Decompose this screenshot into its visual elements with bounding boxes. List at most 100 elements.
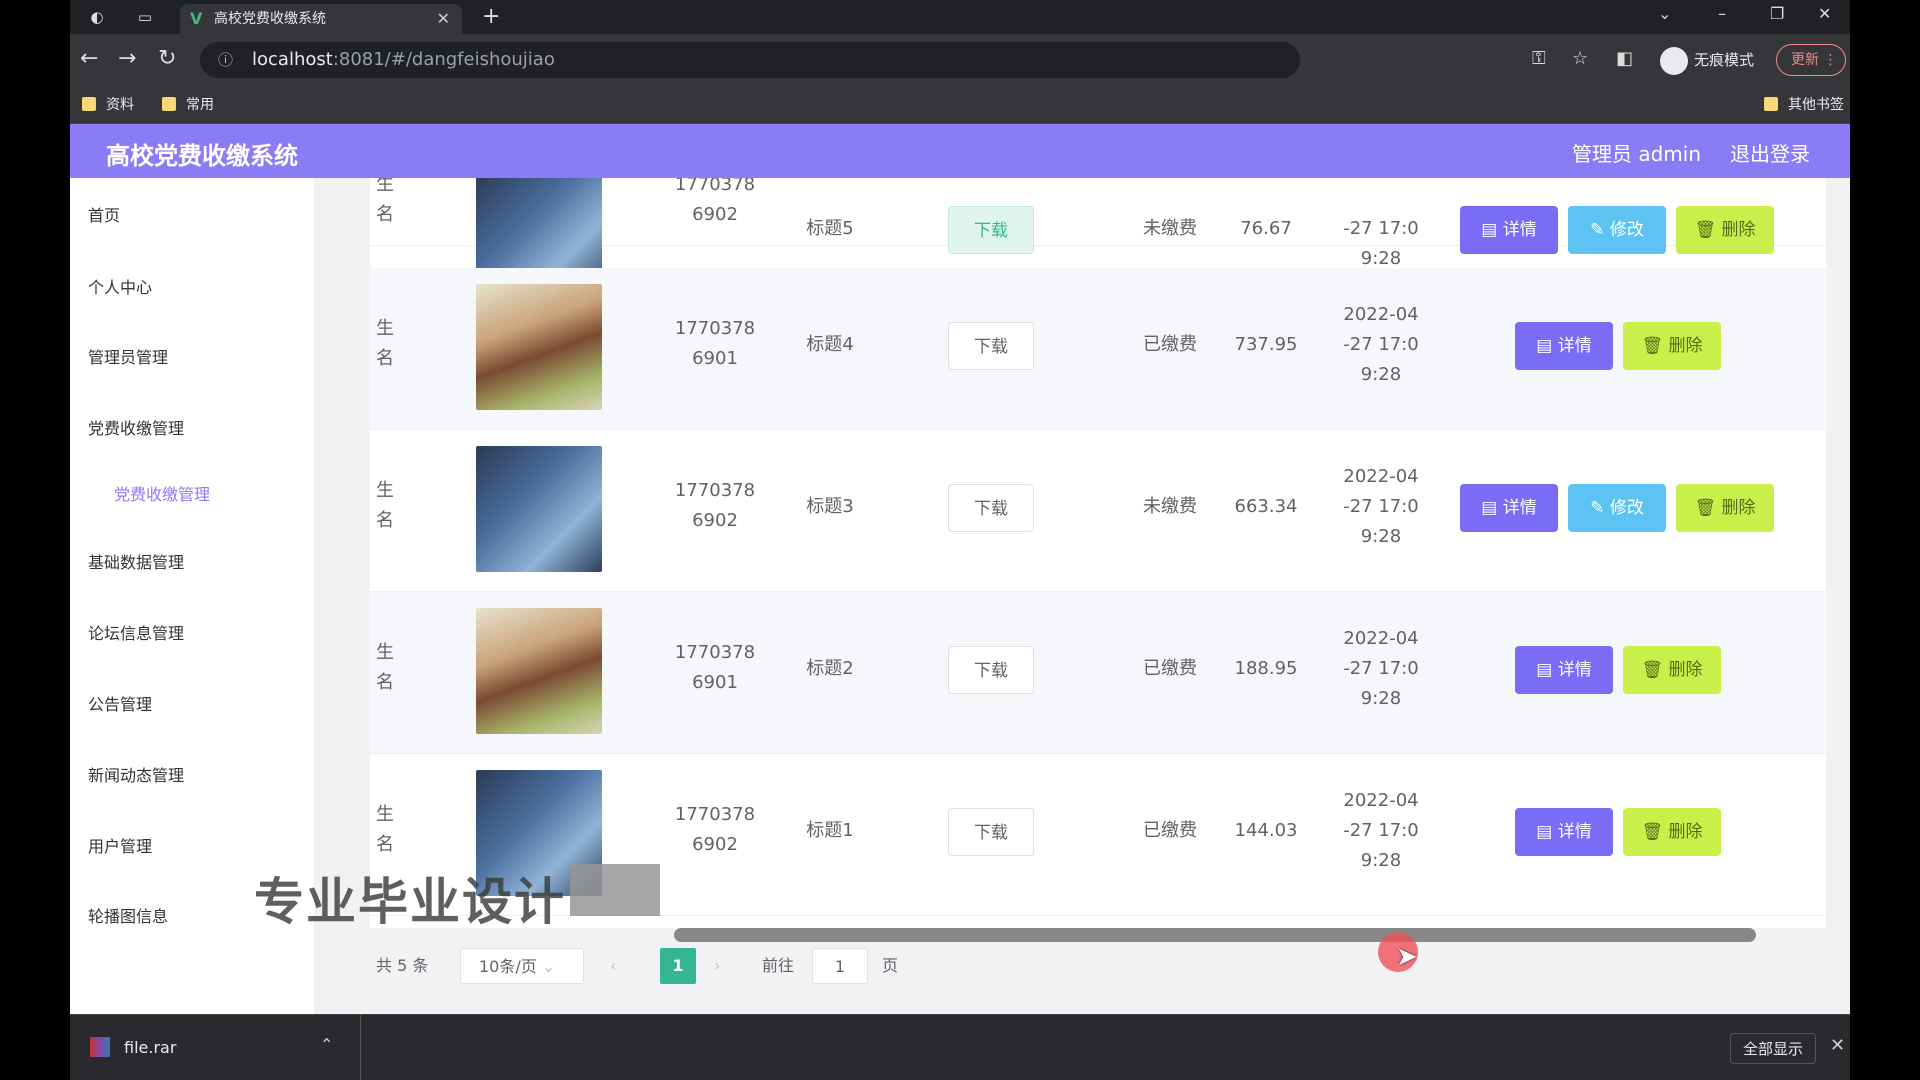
url-path: :8081/#/dangfeishoujiao (332, 49, 555, 70)
table-row: 生名 1770378 6901 标题2 下载 已缴费 188.95 2022-04… (370, 592, 1826, 754)
sidebar-item-notices[interactable]: 公告管理 (88, 691, 152, 715)
detail-label: 详情 (1557, 822, 1592, 842)
edit-button[interactable]: ✎ 修改 (1568, 484, 1666, 532)
delete-label: 删除 (1668, 336, 1703, 356)
tab-group-icon[interactable]: ▭ (136, 8, 154, 26)
address-bar[interactable]: ⓘ localhost:8081/#/dangfeishoujiao (200, 42, 1300, 78)
title-cell: 标题3 (806, 496, 854, 517)
star-icon[interactable]: ☆ (1572, 48, 1588, 69)
delete-button[interactable]: 🗑 删除 (1623, 808, 1721, 856)
next-page-icon[interactable]: › (714, 948, 720, 984)
detail-button[interactable]: ▤ 详情 (1460, 206, 1558, 254)
download-button[interactable]: 下载 (948, 322, 1034, 370)
download-button[interactable]: 下载 (948, 484, 1034, 532)
date-line: 9:28 (1360, 850, 1402, 871)
phone-line: 1770378 (674, 318, 756, 339)
date-line: -27 17:0 (1343, 496, 1419, 517)
sidebar-item-news[interactable]: 新闻动态管理 (88, 762, 184, 786)
amount-cell: 663.34 (1234, 496, 1298, 517)
back-icon[interactable]: ← (80, 46, 98, 71)
chevron-up-icon[interactable]: ⌃ (320, 1035, 333, 1054)
goto-suffix: 页 (882, 956, 899, 975)
phone-line: 6902 (692, 510, 738, 531)
edit-button[interactable]: ✎ 修改 (1568, 206, 1666, 254)
browser-logo-icon[interactable]: ◐ (88, 8, 106, 26)
bookmark-folder[interactable]: 资料 (82, 96, 134, 114)
sidebar-item-users[interactable]: 用户管理 (88, 833, 152, 857)
browser-window: ◐ ▭ V 高校党费收缴系统 ✕ + ⌄ – ❐ ✕ ← → ↻ ⓘ local… (70, 0, 1850, 1080)
name-cell: 生名 (376, 178, 394, 225)
rar-file-icon (90, 1037, 110, 1057)
reload-icon[interactable]: ↻ (158, 46, 176, 71)
date-line: 2022-04 (1343, 790, 1419, 811)
window-close-icon[interactable]: ✕ (1818, 4, 1831, 23)
download-item[interactable]: file.rar (90, 1037, 176, 1057)
app-viewport: 高校党费收缴系统 管理员 admin 退出登录 首页 个人中心 管理员管理 党费… (70, 124, 1850, 1014)
title-cell: 标题4 (806, 334, 854, 355)
name-cell: 生名 (376, 318, 394, 369)
incognito-indicator[interactable]: 无痕模式 (1660, 44, 1754, 76)
sidebar-item-profile[interactable]: 个人中心 (88, 274, 152, 298)
phone-cell: 1770378 6902 (660, 800, 770, 860)
phone-line: 1770378 (674, 178, 756, 195)
detail-button[interactable]: ▤ 详情 (1515, 808, 1613, 856)
detail-label: 详情 (1502, 498, 1537, 518)
logout-link[interactable]: 退出登录 (1730, 138, 1810, 167)
amount-cell: 188.95 (1234, 658, 1298, 679)
delete-label: 删除 (1721, 498, 1756, 518)
delete-button[interactable]: 🗑 删除 (1676, 206, 1774, 254)
status-cell: 已缴费 (1143, 658, 1197, 679)
minimize-icon[interactable]: – (1718, 4, 1726, 23)
close-shelf-icon[interactable]: ✕ (1830, 1035, 1845, 1056)
restore-icon[interactable]: ❐ (1770, 4, 1784, 23)
date-cell: 2022-04 -27 17:0 9:28 (1326, 462, 1436, 552)
sidebar-item-home[interactable]: 首页 (88, 202, 120, 226)
status-cell: 未缴费 (1143, 218, 1197, 239)
chevron-down-icon[interactable]: ⌄ (1658, 4, 1671, 23)
sidebar-subitem-fees[interactable]: 党费收缴管理 (114, 481, 210, 505)
sidebar-item-fees[interactable]: 党费收缴管理 (88, 415, 184, 439)
info-icon[interactable]: ⓘ (218, 42, 233, 78)
prev-page-icon[interactable]: ‹ (610, 948, 616, 984)
date-cell: 2022-04 -27 17:0 9:28 (1326, 300, 1436, 390)
sidepanel-icon[interactable]: ◧ (1616, 48, 1633, 69)
bookmark-folder[interactable]: 常用 (162, 96, 214, 114)
detail-button[interactable]: ▤ 详情 (1515, 646, 1613, 694)
forward-icon[interactable]: → (118, 46, 136, 71)
download-button[interactable]: 下载 (948, 646, 1034, 694)
delete-button[interactable]: 🗑 删除 (1623, 646, 1721, 694)
page-number[interactable]: 1 (660, 948, 696, 984)
detail-button[interactable]: ▤ 详情 (1515, 322, 1613, 370)
key-icon[interactable]: ⚿ (1532, 48, 1546, 69)
delete-button[interactable]: 🗑 删除 (1676, 484, 1774, 532)
update-label: 更新 (1791, 52, 1819, 68)
system-title: 高校党费收缴系统 (106, 142, 298, 170)
amount-cell: 737.95 (1234, 334, 1298, 355)
download-button[interactable]: 下载 (948, 808, 1034, 856)
edit-label: 修改 (1609, 220, 1644, 240)
phone-line: 6901 (692, 348, 738, 369)
show-all-button[interactable]: 全部显示 (1730, 1033, 1817, 1064)
sidebar-item-carousel[interactable]: 轮播图信息 (88, 903, 168, 927)
date-cell: -27 17:0 9:28 (1326, 184, 1436, 274)
sidebar-item-admins[interactable]: 管理员管理 (88, 344, 168, 368)
goto-input[interactable]: 1 (812, 948, 868, 984)
user-label: 管理员 admin (1572, 142, 1702, 166)
date-line: 9:28 (1360, 248, 1402, 269)
date-line: 9:28 (1360, 526, 1402, 547)
tab-active[interactable]: V 高校党费收缴系统 ✕ (180, 4, 462, 34)
detail-label: 详情 (1557, 336, 1592, 356)
download-shelf: file.rar ⌃ 全部显示 ✕ (70, 1014, 1850, 1080)
close-icon[interactable]: ✕ (437, 4, 450, 34)
delete-button[interactable]: 🗑 删除 (1623, 322, 1721, 370)
sidebar-item-basic-data[interactable]: 基础数据管理 (88, 549, 184, 573)
phone-line: 6902 (692, 834, 738, 855)
horizontal-scrollbar[interactable] (674, 928, 1756, 942)
detail-button[interactable]: ▤ 详情 (1460, 484, 1558, 532)
other-bookmarks[interactable]: 其他书签 (1764, 96, 1844, 114)
sidebar-item-forum[interactable]: 论坛信息管理 (88, 620, 184, 644)
page-size-select[interactable]: 10条/页 ⌄ (460, 948, 584, 984)
download-button[interactable]: 下载 (948, 206, 1034, 254)
new-tab-icon[interactable]: + (482, 4, 500, 29)
update-button[interactable]: 更新 ⋮ (1776, 44, 1846, 76)
